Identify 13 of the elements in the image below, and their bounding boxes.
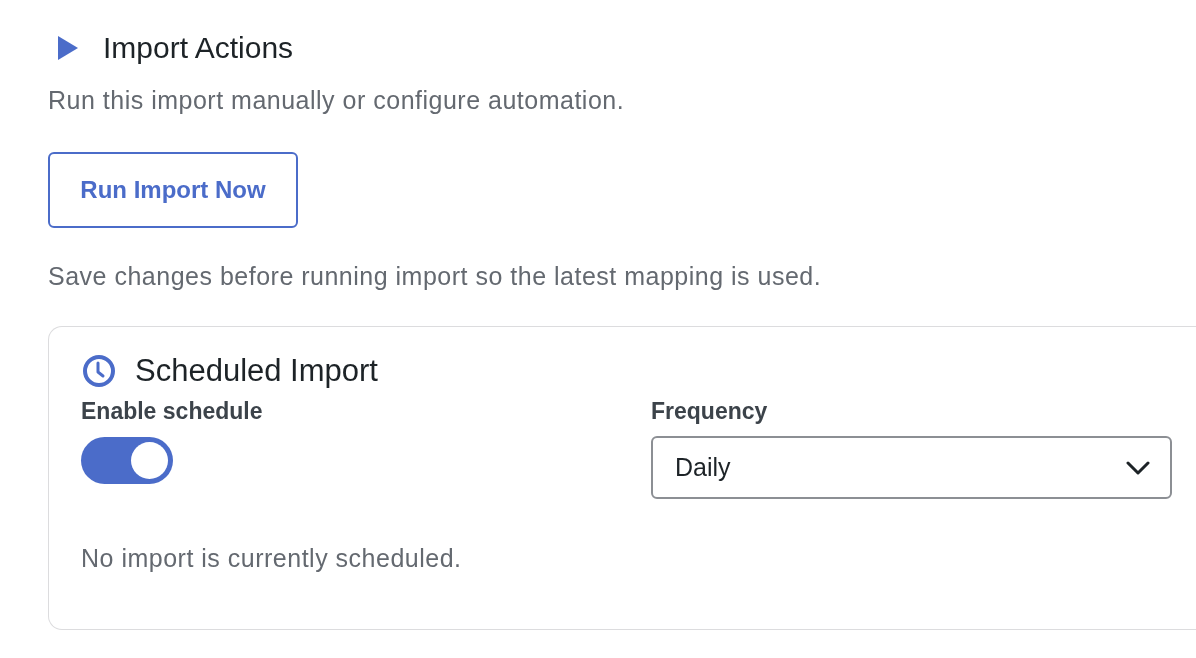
frequency-select[interactable]: Daily: [651, 436, 1172, 499]
frequency-label: Frequency: [651, 397, 768, 425]
enable-schedule-label: Enable schedule: [81, 397, 263, 425]
section-description: Run this import manually or configure automation.: [48, 85, 625, 115]
schedule-status-text: No import is currently scheduled.: [81, 543, 462, 573]
hint-text: Save changes before running import so the latest mapping is used.: [48, 261, 822, 291]
chevron-down-icon: [1126, 460, 1150, 475]
schedule-toggle[interactable]: [81, 437, 173, 484]
card-title: Scheduled Import: [135, 354, 378, 388]
section-title: Import Actions: [103, 32, 294, 64]
clock-icon: [82, 354, 116, 388]
run-import-button[interactable]: Run Import Now: [48, 152, 298, 228]
triangle-icon: [58, 36, 78, 60]
